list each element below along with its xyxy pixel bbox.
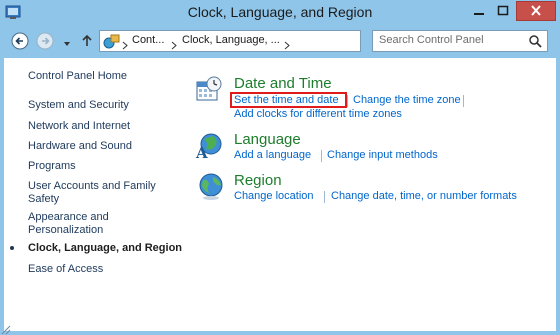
calendar-clock-icon[interactable] <box>194 74 224 104</box>
link-separator <box>347 95 348 107</box>
content-area: Control Panel Home System and Security N… <box>4 58 556 331</box>
link-change-input-methods[interactable]: Change input methods <box>327 149 438 161</box>
breadcrumb-clock-language-region[interactable]: Clock, Language, ... <box>182 34 280 46</box>
back-arrow-icon <box>11 32 29 50</box>
region-globe-icon[interactable] <box>197 171 227 201</box>
svg-text:A: A <box>195 144 208 161</box>
breadcrumb-control-panel[interactable]: Cont... <box>132 34 164 46</box>
control-panel-window: Clock, Language, and Region Cont... Cloc… <box>0 0 560 335</box>
sidebar-item-user-accounts[interactable]: User Accounts and Family Safety <box>28 180 156 206</box>
current-item-bullet <box>10 246 14 250</box>
control-panel-icon <box>103 33 120 50</box>
link-separator <box>321 150 322 162</box>
category-title-language[interactable]: Language <box>234 131 301 148</box>
resize-grip-icon[interactable] <box>0 323 12 335</box>
search-box[interactable]: Search Control Panel <box>372 30 548 52</box>
breadcrumb-chevron-icon[interactable] <box>122 37 129 50</box>
sidebar-item-clock-language-region: Clock, Language, and Region <box>28 242 183 254</box>
title-bar[interactable]: Clock, Language, and Region <box>0 0 560 24</box>
minimize-button[interactable] <box>466 1 492 21</box>
forward-arrow-icon <box>36 32 54 50</box>
link-change-date-time-number-formats[interactable]: Change date, time, or number formats <box>331 190 517 202</box>
link-separator <box>463 95 464 107</box>
link-change-time-zone[interactable]: Change the time zone <box>353 94 461 106</box>
sidebar-item-hardware-and-sound[interactable]: Hardware and Sound <box>28 140 132 153</box>
navigation-bar: Cont... Clock, Language, ... Search Cont… <box>0 24 560 58</box>
breadcrumb-chevron-icon[interactable] <box>284 37 291 50</box>
forward-button[interactable] <box>36 32 54 50</box>
link-add-a-language[interactable]: Add a language <box>234 149 311 161</box>
address-bar[interactable]: Cont... Clock, Language, ... <box>99 30 454 52</box>
sidebar-item-system-and-security[interactable]: System and Security <box>28 99 129 112</box>
back-button[interactable] <box>11 32 29 50</box>
language-globe-icon[interactable]: A <box>194 131 224 162</box>
category-title-region[interactable]: Region <box>234 172 282 189</box>
maximize-button[interactable] <box>490 1 516 21</box>
sidebar-item-appearance[interactable]: Appearance and Personalization <box>28 211 109 237</box>
chevron-down-icon <box>64 42 70 46</box>
search-input[interactable]: Search Control Panel <box>379 34 484 46</box>
sidebar-item-programs[interactable]: Programs <box>28 160 76 173</box>
link-change-location[interactable]: Change location <box>234 190 314 202</box>
category-title-date-and-time[interactable]: Date and Time <box>234 75 332 92</box>
sidebar-item-network-and-internet[interactable]: Network and Internet <box>28 120 130 133</box>
sidebar-item-control-panel-home[interactable]: Control Panel Home <box>28 70 127 83</box>
sidebar-item-ease-of-access[interactable]: Ease of Access <box>28 263 103 276</box>
up-arrow-icon <box>82 34 92 46</box>
recent-locations-button[interactable] <box>62 36 72 46</box>
link-separator <box>324 191 325 203</box>
search-icon[interactable] <box>528 34 542 48</box>
breadcrumb-chevron-icon[interactable] <box>171 37 178 50</box>
up-button[interactable] <box>79 33 95 49</box>
highlight-annotation <box>230 92 347 108</box>
close-button[interactable] <box>516 1 556 21</box>
close-icon <box>531 5 541 16</box>
link-add-clocks[interactable]: Add clocks for different time zones <box>234 108 402 120</box>
